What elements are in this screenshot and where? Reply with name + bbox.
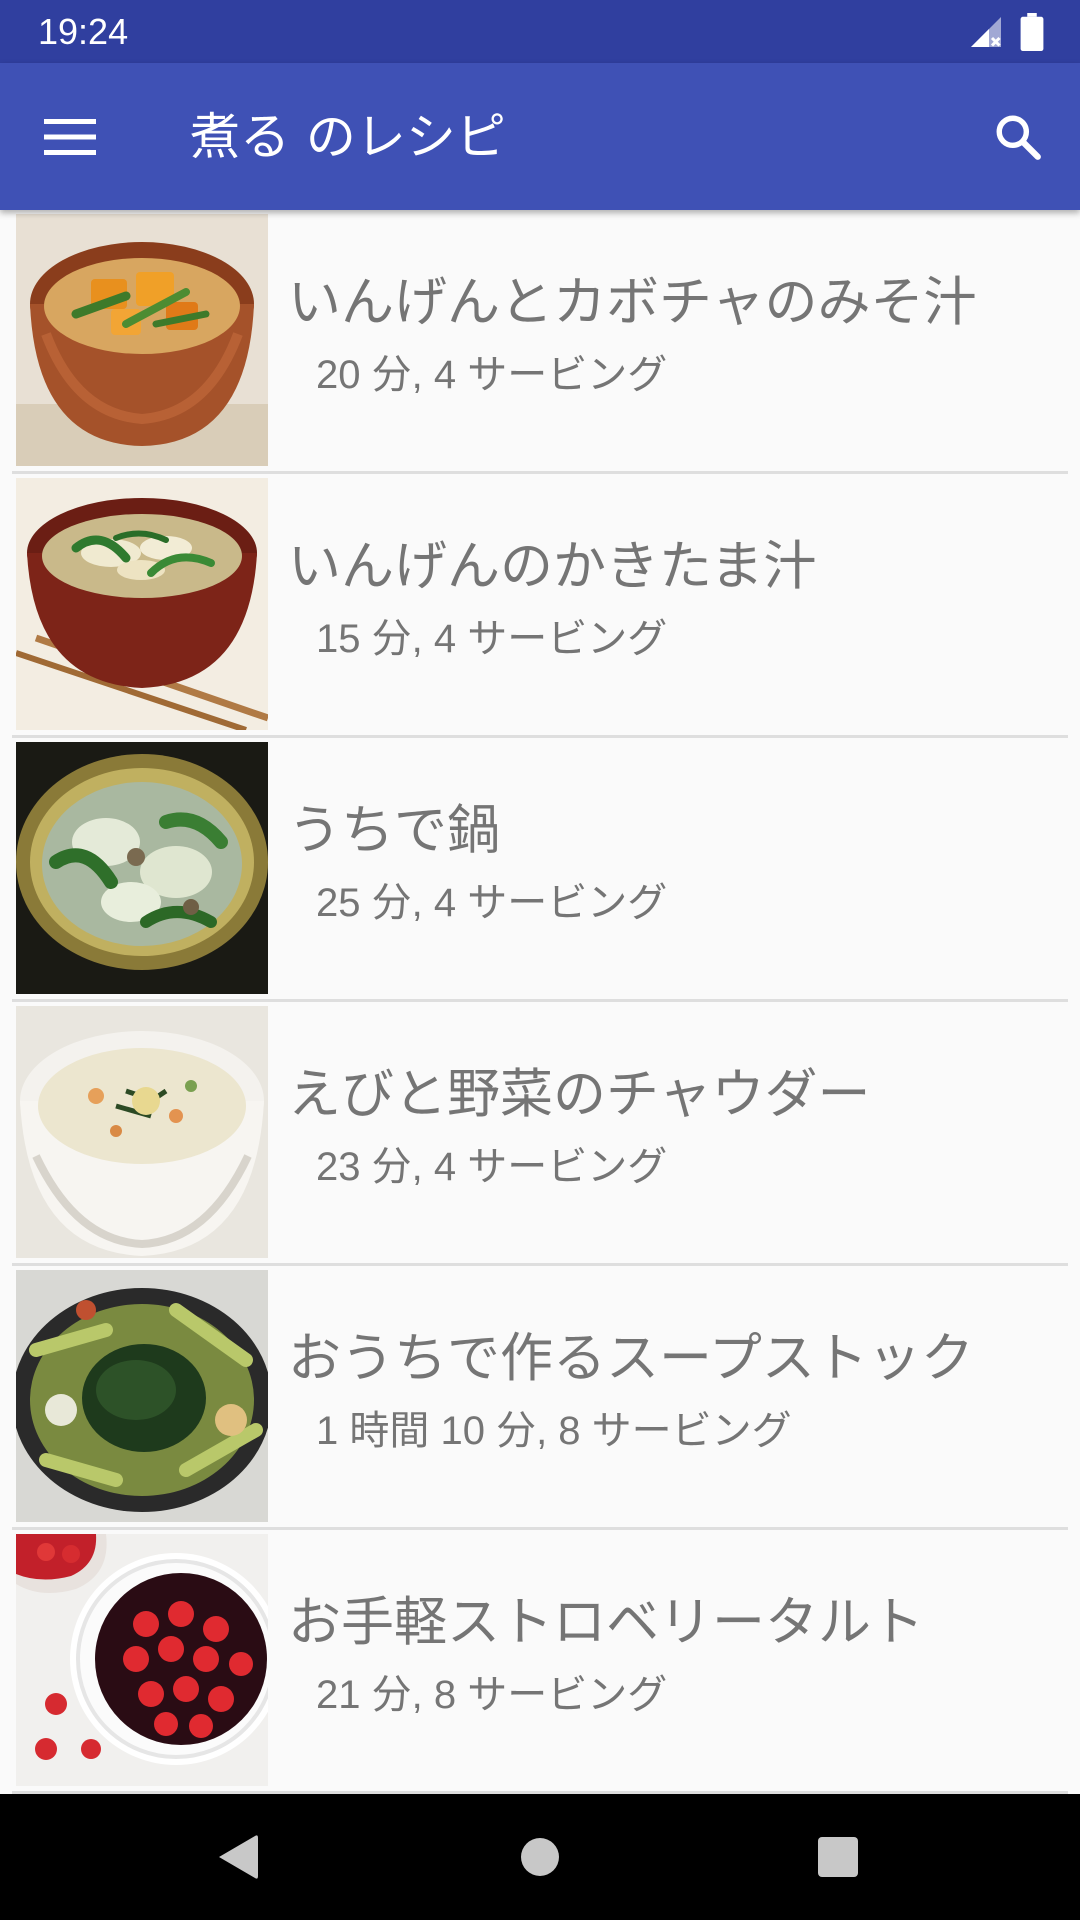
recipe-title: おうちで作るスープストック	[288, 1328, 974, 1389]
app-bar: 煮る のレシピ	[0, 63, 1080, 210]
status-bar: 19:24	[0, 0, 1080, 63]
system-nav-bar	[0, 1794, 1080, 1920]
back-button[interactable]	[202, 1821, 274, 1893]
soup-stock-image	[16, 1270, 268, 1522]
recipe-thumbnail	[16, 214, 268, 466]
recents-button[interactable]	[802, 1821, 874, 1893]
back-triangle-icon	[219, 1835, 258, 1879]
list-item[interactable]: いんげんのかきたま汁 15 分, 4 サービング	[12, 474, 1068, 738]
battery-full-icon	[1020, 12, 1044, 51]
search-button[interactable]	[982, 101, 1054, 173]
recipe-meta: 15 分, 4 サービング	[316, 617, 668, 661]
status-time: 19:24	[38, 10, 129, 52]
search-icon	[996, 115, 1041, 160]
strawberry-tart-image	[16, 1534, 268, 1786]
status-icons	[968, 12, 1044, 51]
recipe-thumbnail	[16, 1534, 268, 1786]
recipe-list[interactable]: いんげんとカボチャのみそ汁 20 分, 4 サービング いんげんのかきたま汁 1…	[0, 210, 1080, 1794]
chowder-image	[16, 1006, 268, 1258]
recipe-meta: 1 時間 10 分, 8 サービング	[316, 1409, 792, 1453]
hot-pot-image	[16, 742, 268, 994]
list-item[interactable]: うちで鍋 25 分, 4 サービング	[12, 738, 1068, 1002]
hamburger-menu-icon	[44, 119, 96, 155]
recipe-title: いんげんとカボチャのみそ汁	[288, 272, 977, 333]
recipe-title: うちで鍋	[288, 800, 500, 861]
list-item[interactable]: おうちで作るスープストック 1 時間 10 分, 8 サービング	[12, 1266, 1068, 1530]
recipe-meta: 25 分, 4 サービング	[316, 881, 668, 925]
recipe-thumbnail	[16, 742, 268, 994]
page-title: 煮る のレシピ	[190, 108, 506, 166]
signal-no-data-icon	[971, 16, 1001, 47]
list-item[interactable]: お手軽ストロベリータルト 21 分, 8 サービング	[12, 1530, 1068, 1794]
list-item[interactable]: いんげんとカボチャのみそ汁 20 分, 4 サービング	[12, 210, 1068, 474]
recipe-meta: 21 分, 8 サービング	[316, 1673, 668, 1717]
recipe-title: お手軽ストロベリータルト	[288, 1592, 924, 1653]
recipe-meta: 20 分, 4 サービング	[316, 353, 668, 397]
recipe-thumbnail	[16, 1006, 268, 1258]
recipe-title: えびと野菜のチャウダー	[288, 1064, 871, 1125]
recents-square-icon	[818, 1837, 858, 1877]
list-item[interactable]: えびと野菜のチャウダー 23 分, 4 サービング	[12, 1002, 1068, 1266]
recipe-title: いんげんのかきたま汁	[288, 536, 817, 597]
miso-soup-image	[16, 214, 268, 466]
home-circle-icon	[521, 1838, 559, 1876]
recipe-meta: 23 分, 4 サービング	[316, 1145, 668, 1189]
menu-button[interactable]	[34, 101, 106, 173]
home-button[interactable]	[504, 1821, 576, 1893]
egg-drop-soup-image	[16, 478, 268, 730]
recipe-thumbnail	[16, 478, 268, 730]
recipe-thumbnail	[16, 1270, 268, 1522]
